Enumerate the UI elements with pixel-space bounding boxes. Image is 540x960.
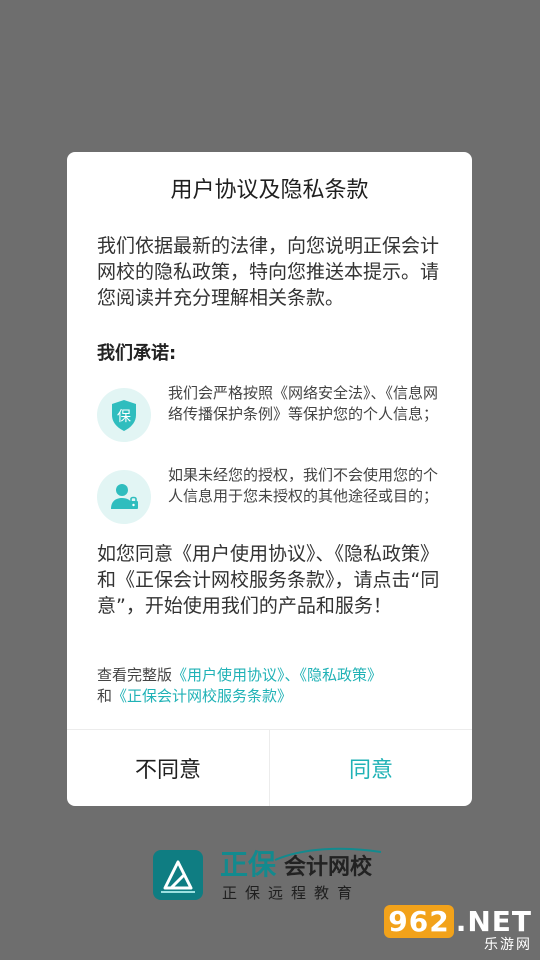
watermark-number: 962 [384,905,454,938]
agree-button[interactable]: 同意 [270,730,472,806]
user-lock-icon [97,470,151,524]
watermark-suffix: .NET [455,905,532,938]
promise-item-privacy-law: 保 我们会严格按照《网络安全法》、《信息网络传播保护条例》等保护您的个人信息； [97,378,446,448]
promise-heading: 我们承诺: [97,343,177,364]
links-and: 和 [97,687,113,705]
privacy-dialog: 用户协议及隐私条款 我们依据最新的法律，向您说明正保会计网校的隐私政策，特向您推… [67,152,472,806]
consent-text: 如您同意《用户使用协议》、《隐私政策》和《正保会计网校服务条款》，请点击“同意”… [97,543,440,617]
brand-product: 会计网校 [284,855,373,880]
site-watermark: 962 .NET 乐游网 [384,905,532,954]
shield-icon-char: 保 [117,409,131,425]
brand-logo-icon [153,850,203,900]
brand-logo-area: 正保 会计网校 正保远程教育 [153,846,393,906]
disagree-button[interactable]: 不同意 [67,730,270,806]
shield-icon: 保 [97,388,151,442]
user-agreement-link[interactable]: 《用户使用协议》 [172,666,285,684]
dialog-actions: 不同意 同意 [67,729,472,806]
dialog-title: 用户协议及隐私条款 [170,178,369,203]
links-separator: 、 [284,666,300,684]
brand-subtitle: 正保远程教育 [222,884,361,902]
agreement-links: 查看完整版《用户使用协议》、《隐私政策》 和《正保会计网校服务条款》 [97,665,448,707]
intro-text: 我们依据最新的法律，向您说明正保会计网校的隐私政策，特向您推送本提示。请您阅读并… [97,235,440,309]
service-terms-link[interactable]: 《正保会计网校服务条款》 [112,687,292,705]
promise-text: 我们会严格按照《网络安全法》、《信息网络传播保护条例》等保护您的个人信息； [168,384,439,423]
promise-item-authorization: 如果未经您的授权，我们不会使用您的个人信息用于您未授权的其他途径或目的； [97,460,446,530]
watermark-logo: 962 .NET [384,905,532,938]
promise-text: 如果未经您的授权，我们不会使用您的个人信息用于您未授权的其他途径或目的； [168,466,439,505]
watermark-subtitle: 乐游网 [484,937,532,953]
privacy-policy-link[interactable]: 《隐私政策》 [300,666,383,684]
brand-name: 正保 [220,848,277,881]
links-prefix: 查看完整版 [97,666,173,684]
